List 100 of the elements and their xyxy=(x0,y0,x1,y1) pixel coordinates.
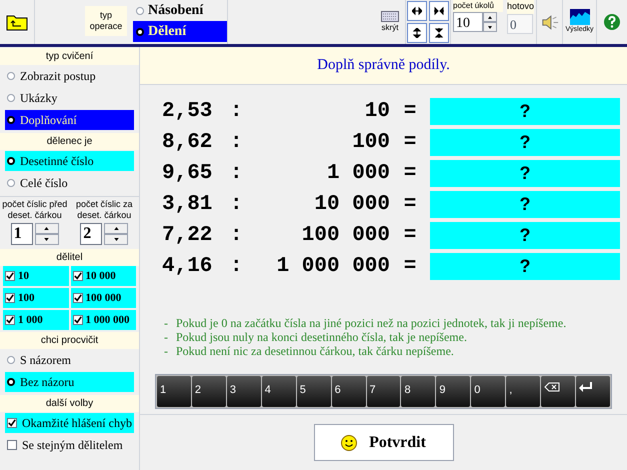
radio-button[interactable] xyxy=(7,116,15,124)
answer-field[interactable]: ? xyxy=(430,98,620,125)
radio-option[interactable]: Doplňování xyxy=(5,110,134,130)
divisor: 10 000 xyxy=(313,192,390,218)
checkbox[interactable] xyxy=(72,315,82,325)
keyboard-button[interactable]: skrýt xyxy=(375,0,405,44)
divisor: 100 000 xyxy=(300,222,390,249)
key-button[interactable]: 7 xyxy=(366,376,400,407)
key-button[interactable]: 9 xyxy=(436,376,470,407)
instruction-text: Doplň správně podíly. xyxy=(317,56,450,76)
spinner-label: počet číslic před deset. čárkou xyxy=(1,199,68,221)
arrows-icon[interactable] xyxy=(429,1,449,21)
dividend: 9,65 xyxy=(162,160,214,187)
key-button[interactable]: 8 xyxy=(401,376,436,407)
answer-field[interactable]: ? xyxy=(430,222,620,249)
radio-button[interactable] xyxy=(7,179,15,187)
folder-icon xyxy=(6,13,28,31)
confirm-button[interactable]: Potvrdit xyxy=(314,424,454,461)
checkbox-option[interactable]: 10 000 xyxy=(70,266,136,286)
key-button[interactable]: 6 xyxy=(332,376,366,407)
dash: - xyxy=(164,344,168,358)
arrows-icon[interactable] xyxy=(407,1,427,21)
dividend: 2,53 xyxy=(162,98,214,125)
equals-sign: = xyxy=(402,130,418,156)
key-button[interactable]: 4 xyxy=(262,376,296,407)
divisor: 100 xyxy=(351,130,390,156)
equals-sign: = xyxy=(402,222,418,249)
radio-option[interactable]: Bez názoru xyxy=(5,372,134,392)
operation-label: typ operace xyxy=(85,6,127,36)
answer-field[interactable]: ? xyxy=(430,160,620,187)
chart-icon xyxy=(570,8,590,25)
operation-option[interactable]: Dělení xyxy=(133,21,227,42)
division-sign: : xyxy=(230,222,244,249)
arrows-icon[interactable] xyxy=(429,23,449,43)
equals-sign: = xyxy=(402,192,418,218)
section-heading: dělenec je xyxy=(0,133,139,150)
dividend: 8,62 xyxy=(162,130,214,156)
division-sign: : xyxy=(230,98,244,125)
division-sign: : xyxy=(230,130,244,156)
checkbox[interactable] xyxy=(5,271,15,281)
checkbox-option[interactable]: Okamžité hlášení chyb xyxy=(5,413,134,433)
speaker-icon xyxy=(540,14,558,30)
key-button[interactable] xyxy=(576,376,610,407)
section-heading: chci procvičit xyxy=(0,332,139,349)
checkbox[interactable] xyxy=(7,440,17,450)
checkbox[interactable] xyxy=(5,315,15,325)
section-heading: další volby xyxy=(0,395,139,412)
note-text: Pokud jsou nuly na konci desetinného čísla, tak je nepíšeme. xyxy=(176,330,467,344)
checkbox-option[interactable]: 10 xyxy=(3,266,68,286)
checkbox[interactable] xyxy=(7,418,17,428)
key-button[interactable]: 2 xyxy=(192,376,226,407)
key-button[interactable]: 3 xyxy=(226,376,261,407)
section-heading: dělitel xyxy=(0,249,139,266)
equals-sign: = xyxy=(402,160,418,187)
radio-option[interactable]: Desetinné číslo xyxy=(5,151,134,171)
radio-button[interactable] xyxy=(7,72,15,80)
division-sign: : xyxy=(230,192,244,218)
arrows-icon[interactable] xyxy=(407,23,427,43)
dividend: 3,81 xyxy=(162,192,214,218)
number-spinner[interactable]: 1 xyxy=(10,223,59,245)
answer-field[interactable]: ? xyxy=(430,191,620,218)
radio-button[interactable] xyxy=(7,94,15,102)
checkbox-option[interactable]: 100 000 xyxy=(70,288,136,308)
radio-button[interactable] xyxy=(136,6,144,14)
number-spinner[interactable]: 2 xyxy=(80,223,128,245)
answer-field[interactable]: ? xyxy=(430,129,620,156)
checkbox-option[interactable]: 1 000 000 xyxy=(70,310,136,330)
backspace-icon xyxy=(544,382,560,392)
key-button[interactable]: 5 xyxy=(296,376,331,407)
operation-option[interactable]: Násobení xyxy=(133,0,227,21)
divisor: 1 000 000 xyxy=(276,254,390,280)
key-button[interactable]: 1 xyxy=(157,376,191,407)
checkbox[interactable] xyxy=(72,293,82,303)
help-icon xyxy=(604,14,620,30)
dash: - xyxy=(164,316,168,330)
dash: - xyxy=(164,330,168,344)
equals-sign: = xyxy=(402,98,418,125)
radio-button[interactable] xyxy=(136,28,144,36)
checkbox-option[interactable]: 1 000 xyxy=(3,310,68,330)
radio-button[interactable] xyxy=(7,356,15,364)
enter-icon xyxy=(579,382,594,392)
divisor: 10 xyxy=(364,98,390,125)
division-sign: : xyxy=(230,254,244,280)
checkbox[interactable] xyxy=(5,293,15,303)
spinner-label: počet číslic za deset. čárkou xyxy=(74,199,134,221)
key-button[interactable]: , xyxy=(506,376,540,407)
checkbox[interactable] xyxy=(72,271,82,281)
checkbox-option[interactable]: 100 xyxy=(3,288,68,308)
key-button[interactable]: 0 xyxy=(471,376,506,407)
smiley-icon xyxy=(341,434,358,450)
done-label: hotovo xyxy=(507,0,534,14)
radio-button[interactable] xyxy=(7,378,15,386)
key-button[interactable] xyxy=(541,376,576,407)
radio-button[interactable] xyxy=(7,157,15,165)
division-sign: : xyxy=(230,160,244,187)
section-heading: typ cvičení xyxy=(0,48,139,65)
answer-field[interactable]: ? xyxy=(430,253,620,280)
dividend: 4,16 xyxy=(162,254,214,280)
dividend: 7,22 xyxy=(162,222,214,249)
keyboard-icon xyxy=(381,10,399,22)
